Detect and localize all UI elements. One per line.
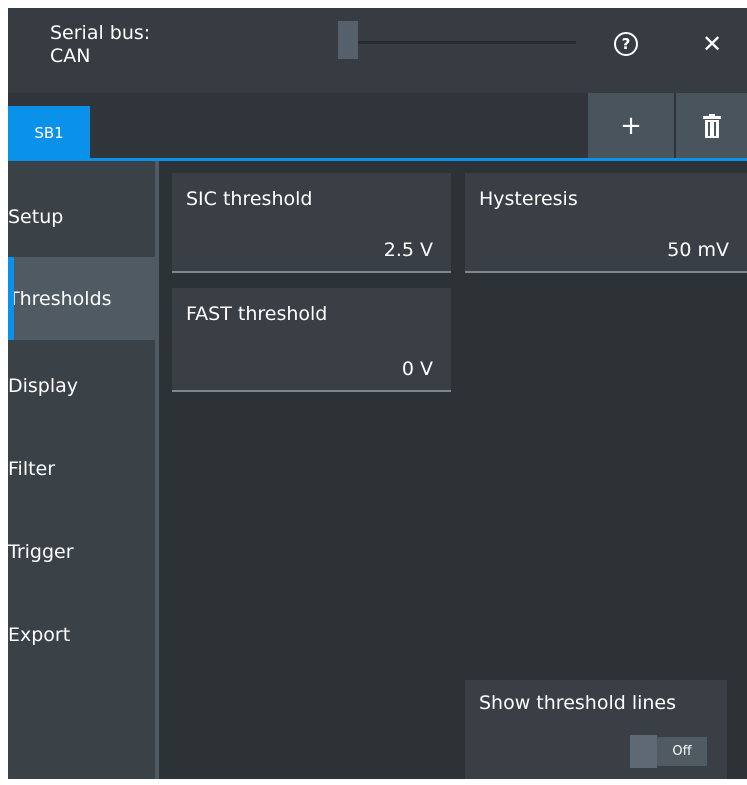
fast-threshold-field[interactable]: FAST threshold 0 V <box>172 288 451 392</box>
delete-bus-button[interactable] <box>676 93 747 158</box>
close-icon: ✕ <box>701 30 723 58</box>
sic-threshold-label: SIC threshold <box>186 188 313 210</box>
title-line-1: Serial bus: <box>50 22 151 44</box>
tab-sb1-label: SB1 <box>34 123 64 142</box>
trash-icon <box>702 113 721 138</box>
field-underline <box>172 271 451 273</box>
add-bus-button[interactable]: + <box>588 93 674 158</box>
field-underline <box>465 271 747 273</box>
sidebar-item-label: Setup <box>8 205 64 228</box>
fast-threshold-value: 0 V <box>401 358 433 380</box>
sic-threshold-field[interactable]: SIC threshold 2.5 V <box>172 173 451 273</box>
tab-sb1[interactable]: SB1 <box>8 106 90 159</box>
show-threshold-lines-toggle[interactable]: Off <box>630 735 712 768</box>
sidebar-nav: Setup Thresholds Display Filter Trigger … <box>8 161 155 779</box>
active-indicator <box>8 257 14 340</box>
title-bar: Serial bus: CAN ? ✕ <box>8 8 747 93</box>
help-circle-icon: ? <box>614 32 638 56</box>
title-scroll-track[interactable] <box>338 41 576 44</box>
show-threshold-lines-label: Show threshold lines <box>479 692 677 714</box>
help-button[interactable]: ? <box>606 24 646 64</box>
toggle-knob <box>630 735 657 768</box>
plus-icon: + <box>620 110 642 141</box>
sic-threshold-value: 2.5 V <box>383 239 433 261</box>
sidebar-item-trigger[interactable]: Trigger <box>8 510 155 593</box>
hysteresis-field[interactable]: Hysteresis 50 mV <box>465 173 747 273</box>
sidebar-item-display[interactable]: Display <box>8 344 155 427</box>
sidebar-item-label: Trigger <box>8 540 74 563</box>
sidebar-divider <box>155 161 159 779</box>
close-button[interactable]: ✕ <box>692 24 732 64</box>
sidebar-item-label: Thresholds <box>8 287 112 310</box>
sidebar-item-label: Filter <box>8 457 56 480</box>
fast-threshold-label: FAST threshold <box>186 303 328 325</box>
sidebar-item-filter[interactable]: Filter <box>8 427 155 510</box>
title-scroll-thumb[interactable] <box>338 21 358 59</box>
sidebar-item-label: Export <box>8 623 71 646</box>
serial-bus-dialog: Serial bus: CAN ? ✕ SB1 + Setup Threshol… <box>8 8 747 779</box>
sidebar-item-label: Display <box>8 374 79 397</box>
sidebar-item-setup[interactable]: Setup <box>8 175 155 258</box>
sidebar-item-thresholds[interactable]: Thresholds <box>8 257 155 340</box>
hysteresis-label: Hysteresis <box>479 188 578 210</box>
show-threshold-lines-panel: Show threshold lines Off <box>465 680 727 779</box>
toggle-state-label: Off <box>657 737 707 766</box>
dialog-title: Serial bus: CAN <box>30 22 190 68</box>
title-line-2: CAN <box>50 45 91 67</box>
sidebar-item-export[interactable]: Export <box>8 593 155 676</box>
field-underline <box>172 390 451 392</box>
hysteresis-value: 50 mV <box>667 239 729 261</box>
